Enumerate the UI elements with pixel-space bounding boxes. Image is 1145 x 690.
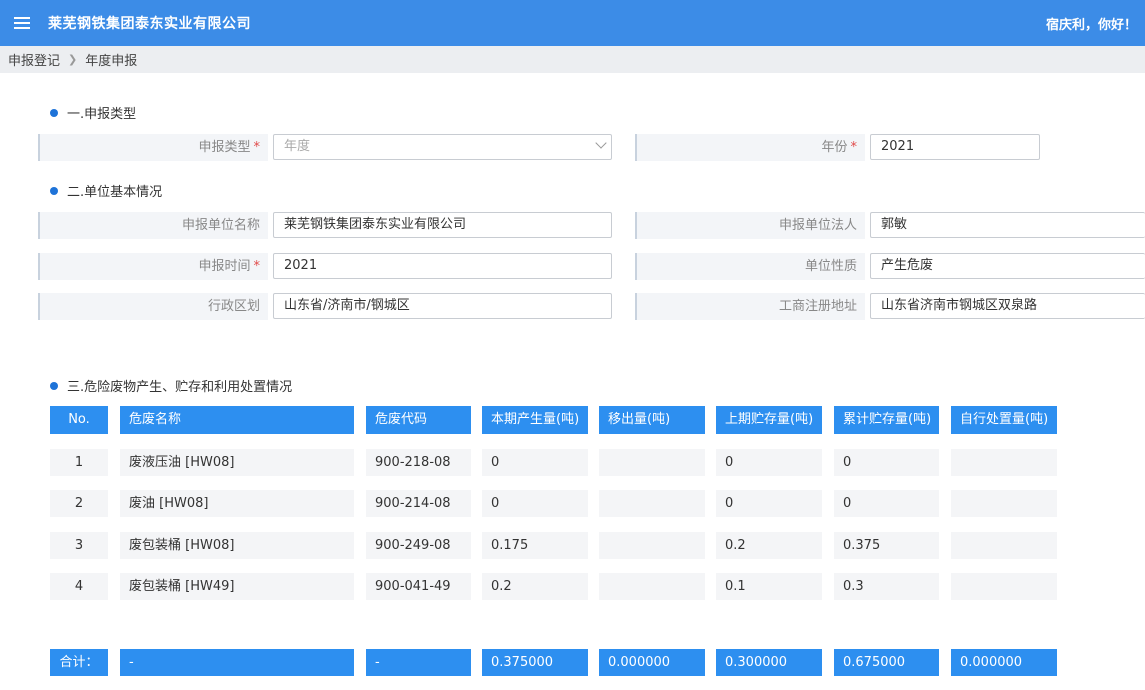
column-header-moved-out: 移出量(吨) xyxy=(599,406,705,434)
reg-address-input[interactable]: 山东省济南市钢城区双泉路 xyxy=(870,293,1145,319)
year-label: 年份 * xyxy=(635,134,865,161)
region-input[interactable]: 山东省/济南市/钢城区 xyxy=(273,293,612,319)
total-self-disposal: 0.000000 xyxy=(951,649,1057,676)
table-cell: 废油 [HW08] xyxy=(120,490,354,517)
table-cell xyxy=(599,449,705,476)
legal-person-input[interactable]: 郭敏 xyxy=(870,212,1145,238)
table-cell: 4 xyxy=(50,573,108,600)
reg-address-label: 工商注册地址 xyxy=(635,293,865,320)
table-cell: 0 xyxy=(482,490,588,517)
total-name: - xyxy=(120,649,354,676)
table-cell: 0.3 xyxy=(834,573,939,600)
table-cell xyxy=(951,449,1057,476)
section-title-unit-info: 二.单位基本情况 xyxy=(50,181,162,200)
year-input[interactable]: 2021 xyxy=(870,134,1040,160)
table-cell: 1 xyxy=(50,449,108,476)
table-cell xyxy=(951,573,1057,600)
table-cell xyxy=(951,490,1057,517)
total-produced: 0.375000 xyxy=(482,649,588,676)
unit-nature-input[interactable]: 产生危废 xyxy=(870,253,1145,279)
column-header-prev-stock: 上期贮存量(吨) xyxy=(716,406,822,434)
column-header-produced: 本期产生量(吨) xyxy=(482,406,588,434)
table-cell: 0 xyxy=(834,490,939,517)
column-header-name: 危废名称 xyxy=(120,406,354,434)
table-cell: 0.2 xyxy=(482,573,588,600)
report-time-label: 申报时间 * xyxy=(38,253,268,280)
section-title-report-type: 一.申报类型 xyxy=(50,103,136,122)
menu-icon[interactable] xyxy=(14,16,30,30)
table-cell: 废包装桶 [HW49] xyxy=(120,573,354,600)
table-cell: 0 xyxy=(716,490,822,517)
total-cum-stock: 0.675000 xyxy=(834,649,939,676)
table-cell: 900-249-08 xyxy=(366,532,471,559)
total-code: - xyxy=(366,649,471,676)
bullet-icon xyxy=(50,108,58,117)
table-cell: 900-041-49 xyxy=(366,573,471,600)
column-header-no: No. xyxy=(50,406,108,434)
table-cell: 0.375 xyxy=(834,532,939,559)
breadcrumb: 申报登记 ❯ 年度申报 xyxy=(0,46,1145,73)
table-cell: 0 xyxy=(834,449,939,476)
table-cell xyxy=(599,573,705,600)
table-cell: 0.1 xyxy=(716,573,822,600)
bullet-icon xyxy=(50,186,58,195)
column-header-cum-stock: 累计贮存量(吨) xyxy=(834,406,939,434)
table-cell: 900-214-08 xyxy=(366,490,471,517)
legal-person-label: 申报单位法人 xyxy=(635,212,865,239)
section-title-waste: 三.危险废物产生、贮存和利用处置情况 xyxy=(50,376,292,395)
column-header-code: 危废代码 xyxy=(366,406,471,434)
unit-name-input[interactable]: 莱芜钢铁集团泰东实业有限公司 xyxy=(273,212,612,238)
total-prev-stock: 0.300000 xyxy=(716,649,822,676)
table-cell: 3 xyxy=(50,532,108,559)
report-time-input[interactable]: 2021 xyxy=(273,253,612,279)
unit-nature-label: 单位性质 xyxy=(635,253,865,280)
column-header-self-disposal: 自行处置量(吨) xyxy=(951,406,1057,434)
table-cell: 0.175 xyxy=(482,532,588,559)
chevron-right-icon: ❯ xyxy=(68,53,78,66)
table-cell: 900-218-08 xyxy=(366,449,471,476)
table-cell: 2 xyxy=(50,490,108,517)
user-greeting[interactable]: 宿庆利，你好！ xyxy=(1046,14,1137,33)
breadcrumb-item-annual: 年度申报 xyxy=(85,54,138,69)
bullet-icon xyxy=(50,381,58,390)
breadcrumb-item-register[interactable]: 申报登记 xyxy=(8,50,60,69)
table-cell: 废液压油 [HW08] xyxy=(120,449,354,476)
app-title: 莱芜钢铁集团泰东实业有限公司 xyxy=(48,16,251,32)
table-cell: 0 xyxy=(716,449,822,476)
table-cell: 0 xyxy=(482,449,588,476)
table-cell: 废包装桶 [HW08] xyxy=(120,532,354,559)
report-type-select[interactable]: 年度 xyxy=(273,134,612,160)
total-moved-out: 0.000000 xyxy=(599,649,705,676)
chevron-down-icon xyxy=(595,137,607,149)
table-cell xyxy=(951,532,1057,559)
region-label: 行政区划 xyxy=(38,293,268,320)
report-type-label: 申报类型 * xyxy=(38,134,268,161)
unit-name-label: 申报单位名称 xyxy=(38,212,268,239)
top-bar: 莱芜钢铁集团泰东实业有限公司 宿庆利，你好！ xyxy=(0,0,1145,46)
table-cell xyxy=(599,490,705,517)
table-cell xyxy=(599,532,705,559)
total-label: 合计： xyxy=(50,649,108,676)
table-cell: 0.2 xyxy=(716,532,822,559)
